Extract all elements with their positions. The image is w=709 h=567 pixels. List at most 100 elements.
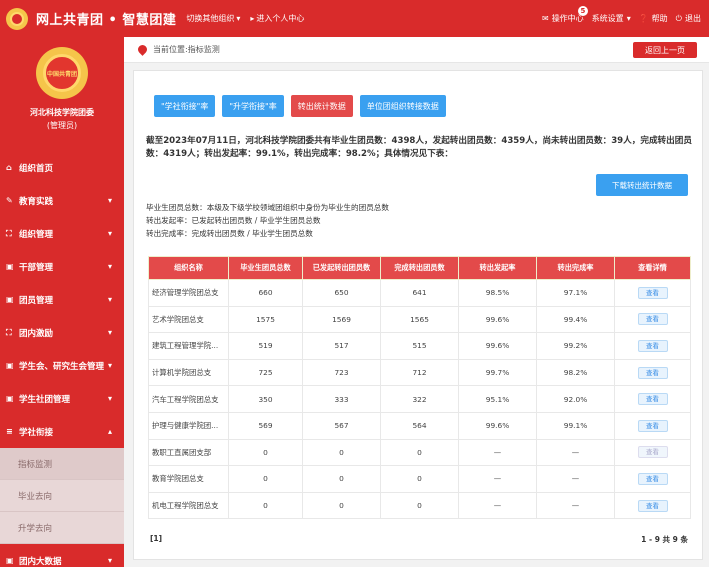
sidebar-item[interactable]: ≡ 学社衔接 ▴	[0, 415, 124, 448]
school-community-rate-button[interactable]: "学社衔接"率	[154, 95, 216, 117]
breadcrumb-bar: 当前位置:指标监测 返回上一页	[124, 37, 709, 63]
table-header-cell: 组织名称	[148, 256, 229, 280]
briefcase-icon: ▣	[6, 295, 14, 304]
note-line: 毕业生团员总数：本级及下级学校领域团组织中身份为毕业生的团员总数	[146, 203, 389, 212]
table-cell-action: 查看	[614, 438, 691, 467]
table-cell-initiated: 517	[302, 332, 381, 360]
table-row: 机电工程学院团总支 0 0 0— — 查看	[148, 491, 691, 520]
league-emblem-icon: 中国共青团	[36, 47, 88, 99]
switch-org-link[interactable]: 切换其他组织 ▾	[186, 13, 240, 24]
table-cell-name: 教育学院团总支	[148, 465, 229, 493]
chevron-down-icon: ▾	[626, 14, 631, 23]
view-detail-button[interactable]: 查看	[637, 446, 668, 459]
download-stats-button[interactable]: 下载转出统计数据	[596, 174, 688, 196]
table-cell-total: 350	[228, 385, 303, 413]
list-icon: ≡	[6, 427, 13, 436]
chevron-down-icon: ▾	[107, 556, 112, 565]
view-detail-button[interactable]: 查看	[637, 393, 668, 406]
sidebar-subitem[interactable]: 毕业去向	[0, 480, 124, 512]
view-detail-button[interactable]: 查看	[637, 499, 668, 512]
sidebar-item-label: 干部管理	[19, 262, 54, 273]
table-cell-initiated: 0	[302, 491, 381, 520]
sidebar-subitem[interactable]: 升学去向	[0, 512, 124, 544]
sidebar-item[interactable]: ▣ 团员管理 ▾	[0, 283, 124, 316]
table-cell-initiated: 0	[302, 438, 381, 467]
table-cell-total: 1575	[228, 305, 303, 334]
sidebar-item-label: 教育实践	[19, 196, 54, 207]
table-row: 计算机学院团总支 725 723 712 99.7% 98.2% 查看	[148, 358, 691, 387]
sidebar-item-label: 学社衔接	[19, 427, 54, 438]
logout-link[interactable]: ⏻ 退出	[676, 13, 701, 24]
view-detail-button[interactable]: 查看	[637, 286, 668, 299]
table-cell-name: 机电工程学院团总支	[148, 491, 229, 520]
top-bar: 网上共青团 • 智慧团建 切换其他组织 ▾ ▸ 进入个人中心 ✉ 操作中心 5 …	[0, 0, 709, 37]
table-cell-comp-rate: 98.2%	[536, 358, 615, 387]
table-cell-comp-rate: —	[536, 491, 615, 520]
sidebar-item[interactable]: ▣ 学生会、研究生会管理 ▾	[0, 349, 124, 382]
sidebar-item[interactable]: ▣ 团内大数据 ▾	[0, 544, 124, 567]
sidebar-item[interactable]: ⛶ 团内激励 ▾	[0, 316, 124, 349]
view-detail-button[interactable]: 查看	[637, 472, 668, 485]
table-cell-total: 660	[228, 279, 303, 307]
app-logo-icon	[6, 7, 28, 30]
table-header-cell: 毕业生团员总数	[228, 256, 303, 280]
help-label: 帮助	[651, 14, 668, 23]
pager-pages[interactable]: [1]	[150, 534, 162, 543]
transfer-stats-button[interactable]: 转出统计数据	[290, 95, 353, 117]
table-cell-total: 0	[228, 491, 303, 520]
sidebar-item[interactable]: ▣ 干部管理 ▾	[0, 250, 124, 283]
sidebar-item-label: 团内激励	[19, 328, 54, 339]
table-cell-name: 经济管理学院团总支	[148, 279, 229, 307]
table-cell-action: 查看	[614, 465, 691, 493]
settings-link[interactable]: 系统设置 ▾	[592, 13, 631, 24]
help-link[interactable]: ❓ 帮助	[639, 13, 668, 24]
view-detail-button[interactable]: 查看	[637, 339, 668, 352]
definition-notes: 毕业生团员总数：本级及下级学校领域团组织中身份为毕业生的团员总数 转出发起率：已…	[146, 201, 389, 240]
view-detail-button[interactable]: 查看	[637, 313, 668, 326]
table-cell-init-rate: —	[458, 438, 537, 467]
table-cell-completed: 712	[380, 358, 459, 387]
breadcrumb: 当前位置:指标监测	[153, 45, 220, 54]
table-cell-init-rate: 99.7%	[458, 358, 537, 387]
briefcase-icon: ▣	[6, 394, 14, 403]
table-cell-name: 艺术学院团总支	[148, 305, 229, 334]
table-cell-init-rate: 99.6%	[458, 411, 537, 440]
table-cell-comp-rate: —	[536, 465, 615, 493]
table-cell-completed: 515	[380, 332, 459, 360]
app-title: 网上共青团 • 智慧团建	[36, 13, 177, 28]
sidebar-item-label: 团内大数据	[19, 556, 62, 567]
table-cell-action: 查看	[614, 305, 691, 334]
chevron-down-icon: ▾	[107, 328, 112, 337]
switch-org-label: 切换其他组织	[186, 14, 235, 23]
home-icon: ⌂	[6, 163, 12, 172]
chevron-down-icon: ▾	[107, 394, 112, 403]
briefcase-icon: ▣	[6, 556, 14, 565]
table-cell-action: 查看	[614, 491, 691, 520]
sidebar-item[interactable]: ▣ 学生社团管理 ▾	[0, 382, 124, 415]
table-cell-completed: 0	[380, 465, 459, 493]
back-button[interactable]: 返回上一页	[633, 42, 697, 58]
table-cell-init-rate: 99.6%	[458, 305, 537, 334]
unit-transfer-data-button[interactable]: 单位团组织转接数据	[359, 95, 446, 117]
sidebar-subitem[interactable]: 指标监测	[0, 448, 124, 480]
view-detail-button[interactable]: 查看	[637, 366, 668, 379]
chevron-down-icon: ▾	[107, 361, 112, 370]
further-study-rate-button[interactable]: "升学衔接"率	[222, 95, 284, 117]
view-detail-button[interactable]: 查看	[637, 419, 668, 432]
sidebar-item[interactable]: ⛶ 组织管理 ▾	[0, 217, 124, 250]
table-cell-action: 查看	[614, 385, 691, 413]
sidebar-item-label: 学生社团管理	[19, 394, 71, 405]
sidebar-item[interactable]: ⌂ 组织首页	[0, 151, 124, 184]
sidebar-item[interactable]: ✎ 教育实践 ▾	[0, 184, 124, 217]
chevron-down-icon: ▾	[236, 14, 241, 23]
table-cell-initiated: 723	[302, 358, 381, 387]
ops-center-link[interactable]: ✉ 操作中心 5	[542, 6, 588, 24]
sidebar: 中国共青团 河北科技学院团委 (管理员) ⌂ 组织首页 ✎ 教育实践 ▾ ⛶ 组织管理 ▾ ▣ 干…	[0, 37, 124, 567]
table-row: 教职工直属团支部 0 0 0— — 查看	[148, 438, 691, 467]
table-cell-completed: 564	[380, 411, 459, 440]
org-role: (管理员)	[46, 121, 78, 130]
sidebar-item-label: 学生会、研究生会管理	[19, 361, 105, 372]
table-cell-name: 护理与健康学院团...	[148, 411, 229, 440]
personal-center-link[interactable]: ▸ 进入个人中心	[250, 13, 304, 24]
table-header-cell: 查看详情	[614, 256, 691, 280]
